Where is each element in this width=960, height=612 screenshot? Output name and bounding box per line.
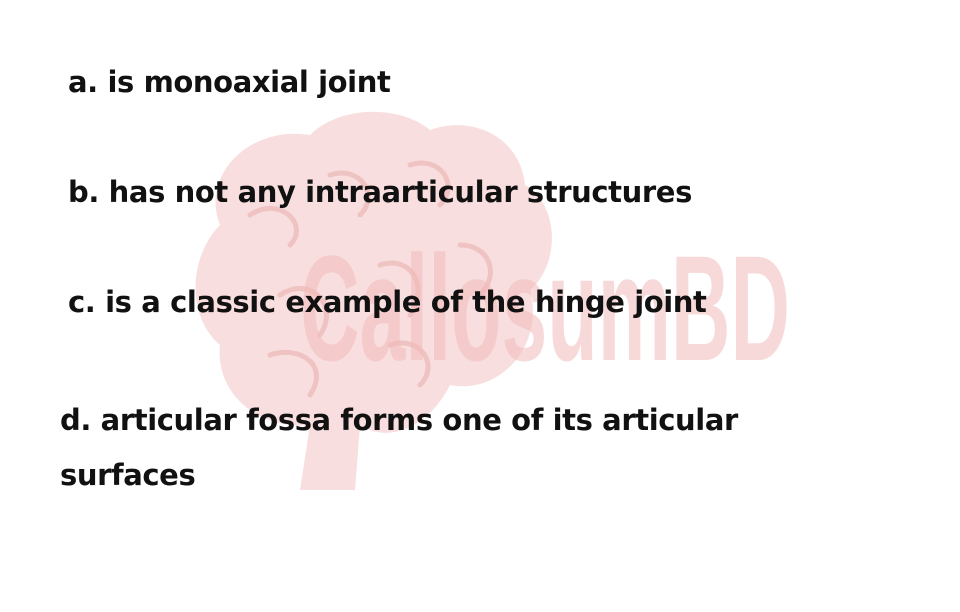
option-c[interactable]: c. is a classic example of the hinge joi… (68, 285, 707, 319)
option-a[interactable]: a. is monoaxial joint (68, 65, 391, 99)
option-b[interactable]: b. has not any intraarticular structures (68, 175, 692, 209)
option-d[interactable]: d. articular fossa forms one of its arti… (60, 393, 820, 503)
